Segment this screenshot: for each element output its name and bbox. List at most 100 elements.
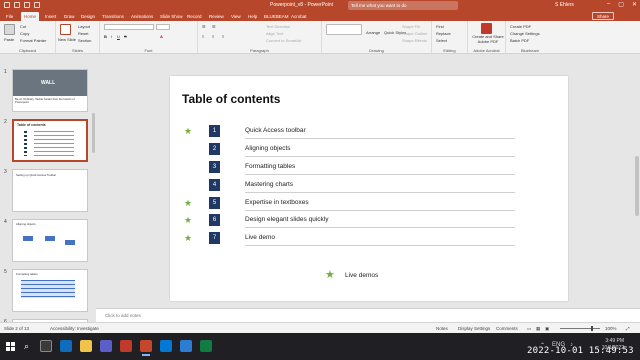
comments-button[interactable]: Comments bbox=[496, 326, 518, 331]
convert-smartart-button[interactable]: Convert to SmartArt bbox=[266, 38, 301, 43]
reading-view-icon[interactable]: ▣ bbox=[545, 326, 549, 332]
adobe-pdf-icon[interactable] bbox=[481, 23, 492, 34]
thumb-preview[interactable]: Formatting tables bbox=[12, 269, 88, 312]
account-name[interactable]: S Ehlers bbox=[555, 2, 574, 8]
thumb-preview[interactable]: Aligning objects bbox=[12, 219, 88, 262]
cut-button[interactable]: Cut bbox=[20, 24, 26, 29]
italic-icon[interactable]: I bbox=[111, 34, 112, 39]
copy-button[interactable]: Copy bbox=[20, 31, 29, 36]
underline-icon[interactable]: U bbox=[117, 34, 120, 39]
undo-icon[interactable] bbox=[14, 2, 20, 8]
create-pdf-button[interactable]: Create PDF bbox=[510, 24, 531, 29]
excel-icon[interactable] bbox=[200, 340, 212, 352]
text-direction-button[interactable]: Text Direction bbox=[266, 24, 290, 29]
notes-placeholder[interactable]: Click to add notes bbox=[105, 313, 141, 318]
toc-item[interactable]: ★ 6 Design elegant slides quickly bbox=[170, 213, 568, 229]
thumb-preview[interactable]: Table of contents bbox=[12, 119, 88, 162]
toc-item[interactable]: 3 Formatting tables bbox=[170, 160, 568, 176]
start-icon[interactable] bbox=[6, 342, 15, 351]
tell-me-search[interactable]: Tell me what you want to do bbox=[348, 1, 458, 10]
change-settings-button[interactable]: Change Settings bbox=[510, 31, 540, 36]
tab-review[interactable]: Review bbox=[206, 12, 227, 21]
tab-animations[interactable]: Animations bbox=[128, 12, 156, 21]
slide-thumbnail-4[interactable]: 4 Aligning objects bbox=[0, 219, 96, 264]
save-icon[interactable] bbox=[4, 2, 10, 8]
toc-item[interactable]: 4 Mastering charts bbox=[170, 178, 568, 194]
slide-thumbnail-5[interactable]: 5 Formatting tables bbox=[0, 269, 96, 314]
start-slideshow-icon[interactable] bbox=[34, 2, 40, 8]
word-icon[interactable] bbox=[180, 340, 192, 352]
file-explorer-icon[interactable] bbox=[80, 340, 92, 352]
redo-icon[interactable] bbox=[24, 2, 30, 8]
fit-slide-icon[interactable]: ⤢ bbox=[626, 326, 630, 331]
shapes-gallery[interactable] bbox=[326, 24, 362, 35]
search-icon[interactable]: ⌕ bbox=[24, 341, 29, 352]
shape-fill-button[interactable]: Shape Fill bbox=[402, 24, 420, 29]
slide-title[interactable]: Table of contents bbox=[182, 92, 280, 106]
maximize-icon[interactable]: ▢ bbox=[618, 1, 624, 8]
tab-design[interactable]: Design bbox=[78, 12, 98, 21]
toc-item[interactable]: ★ 5 Expertise in textboxes bbox=[170, 196, 568, 212]
layout-button[interactable]: Layout bbox=[78, 24, 90, 29]
acrobat-icon[interactable] bbox=[120, 340, 132, 352]
tab-file[interactable]: File bbox=[3, 12, 16, 21]
share-button[interactable]: Share bbox=[591, 12, 614, 20]
font-size-box[interactable] bbox=[156, 24, 170, 30]
tab-view[interactable]: View bbox=[228, 12, 244, 21]
new-slide-button[interactable]: New Slide bbox=[58, 37, 76, 42]
shape-outline-button[interactable]: Shape Outline bbox=[402, 31, 427, 36]
slide-sorter-icon[interactable]: ▦ bbox=[536, 326, 540, 332]
slide-scrollbar[interactable] bbox=[635, 76, 639, 301]
thumb-preview[interactable]: Setting up Quick Access Toolbar bbox=[12, 169, 88, 212]
select-button[interactable]: Select bbox=[436, 38, 447, 43]
zoom-slider-knob[interactable] bbox=[591, 326, 593, 331]
current-slide[interactable]: Table of contents ★ 1 Quick Access toolb… bbox=[170, 76, 568, 301]
align-right-icon[interactable]: ≡ bbox=[222, 34, 224, 39]
teams-icon[interactable] bbox=[100, 340, 112, 352]
accessibility-status[interactable]: Accessibility: Investigate bbox=[50, 326, 99, 331]
toc-item[interactable]: ★ 1 Quick Access toolbar bbox=[170, 124, 568, 140]
replace-button[interactable]: Replace bbox=[436, 31, 451, 36]
font-color-icon[interactable]: A bbox=[160, 34, 163, 39]
tab-home[interactable]: Home bbox=[21, 12, 40, 21]
tab-record[interactable]: Record bbox=[184, 12, 205, 21]
minimize-icon[interactable]: – bbox=[607, 1, 610, 8]
strikethrough-icon[interactable]: S bbox=[124, 34, 127, 39]
paste-icon[interactable] bbox=[4, 24, 15, 35]
find-button[interactable]: Find bbox=[436, 24, 444, 29]
zoom-level[interactable]: 100% bbox=[605, 326, 617, 331]
format-painter-button[interactable]: Format Painter bbox=[20, 38, 46, 43]
tab-insert[interactable]: Insert bbox=[42, 12, 59, 21]
tab-slide-show[interactable]: Slide Show bbox=[157, 12, 186, 21]
tab-draw[interactable]: Draw bbox=[61, 12, 78, 21]
zoom-slider[interactable] bbox=[560, 328, 600, 329]
arrange-button[interactable]: Arrange bbox=[366, 30, 380, 35]
slide-thumbnail-2[interactable]: 2 Table of contents bbox=[0, 119, 96, 164]
powerpoint-icon[interactable] bbox=[140, 340, 152, 356]
tab-acrobat[interactable]: Acrobat bbox=[288, 12, 310, 21]
create-share-pdf-button[interactable]: Create and Share Adobe PDF bbox=[470, 34, 506, 44]
task-view-icon[interactable] bbox=[40, 340, 52, 352]
bold-icon[interactable]: B bbox=[104, 34, 107, 39]
slide-thumbnail-pane[interactable]: 1 WALL Be an Ordinary. Tackle harder the… bbox=[0, 55, 96, 322]
toc-item[interactable]: ★ 7 Live demo bbox=[170, 231, 568, 247]
slide-thumbnail-1[interactable]: 1 WALL Be an Ordinary. Tackle harder the… bbox=[0, 69, 96, 114]
outlook-icon[interactable] bbox=[160, 340, 172, 352]
slide-thumbnail-3[interactable]: 3 Setting up Quick Access Toolbar bbox=[0, 169, 96, 214]
tab-transitions[interactable]: Transitions bbox=[99, 12, 127, 21]
notes-pane[interactable]: Click to add notes bbox=[96, 308, 640, 322]
thumb-preview[interactable]: WALL Be an Ordinary. Tackle harder then … bbox=[12, 69, 88, 112]
toc-item[interactable]: 2 Aligning objects bbox=[170, 142, 568, 158]
align-left-icon[interactable]: ≡ bbox=[202, 34, 204, 39]
batch-pdf-button[interactable]: Batch PDF bbox=[510, 38, 529, 43]
notes-toggle[interactable]: Notes bbox=[436, 326, 448, 331]
display-settings[interactable]: Display Settings bbox=[458, 326, 490, 331]
edge-icon[interactable] bbox=[60, 340, 72, 352]
align-center-icon[interactable]: ≡ bbox=[212, 34, 214, 39]
tab-help[interactable]: Help bbox=[245, 12, 260, 21]
new-slide-icon[interactable] bbox=[60, 24, 71, 35]
shape-effects-button[interactable]: Shape Effects bbox=[402, 38, 427, 43]
normal-view-icon[interactable]: ▭ bbox=[527, 326, 531, 332]
font-name-box[interactable] bbox=[104, 24, 154, 30]
align-text-button[interactable]: Align Text bbox=[266, 31, 283, 36]
